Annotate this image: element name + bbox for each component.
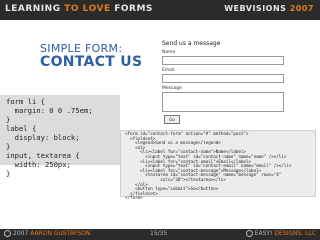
form-preview: Send us a message Name Email Message Go [162, 40, 302, 124]
title-to: TO [64, 4, 80, 14]
footer-bar: 2007 AARON GUSTAFSON 15/35 EASY! DESIGNS… [0, 229, 320, 240]
name-label: Name [162, 50, 176, 55]
css-code-panel: form li { margin: 0 0 .75em; } label { d… [0, 95, 120, 178]
email-label: Email [162, 68, 175, 73]
copyright-icon [4, 230, 11, 237]
title-love: LOVE [82, 4, 111, 14]
email-input[interactable] [162, 74, 284, 83]
title-part1: LEARNING [5, 4, 61, 14]
name-input[interactable] [162, 56, 284, 65]
event-title: WEBVISIONS 2007 [224, 4, 314, 13]
code-line: </form> [125, 195, 143, 201]
company-part1: EASY! [254, 230, 273, 237]
html-code: <form id="contact-form" action="#" metho… [121, 131, 315, 201]
message-textarea[interactable] [162, 92, 284, 112]
page-number: 15/35 [150, 230, 168, 237]
event-year: 2007 [289, 4, 314, 13]
html-code-box: <form id="contact-form" action="#" metho… [120, 130, 316, 200]
copyright-icon-2 [245, 230, 253, 237]
copyright-year: 2007 [13, 230, 29, 237]
author-name: AARON GUSTAFSON [30, 230, 91, 237]
go-button[interactable]: Go [164, 115, 180, 124]
event-name: WEBVISIONS [224, 4, 287, 13]
header-bar: LEARNING TO LOVE FORMS WEBVISIONS 2007 [0, 0, 320, 20]
footer-author: 2007 AARON GUSTAFSON [4, 230, 90, 237]
footer-company: EASY! DESIGNS, LLC [245, 230, 316, 237]
css-code: form li { margin: 0 0 .75em; } label { d… [6, 97, 93, 178]
title-part2: FORMS [114, 4, 153, 14]
slide-title: CONTACT US [40, 54, 143, 70]
company-part2: DESIGNS, LLC [274, 230, 316, 237]
message-label: Message [162, 86, 182, 91]
presentation-title: LEARNING TO LOVE FORMS [5, 4, 153, 14]
form-legend: Send us a message [162, 40, 221, 47]
